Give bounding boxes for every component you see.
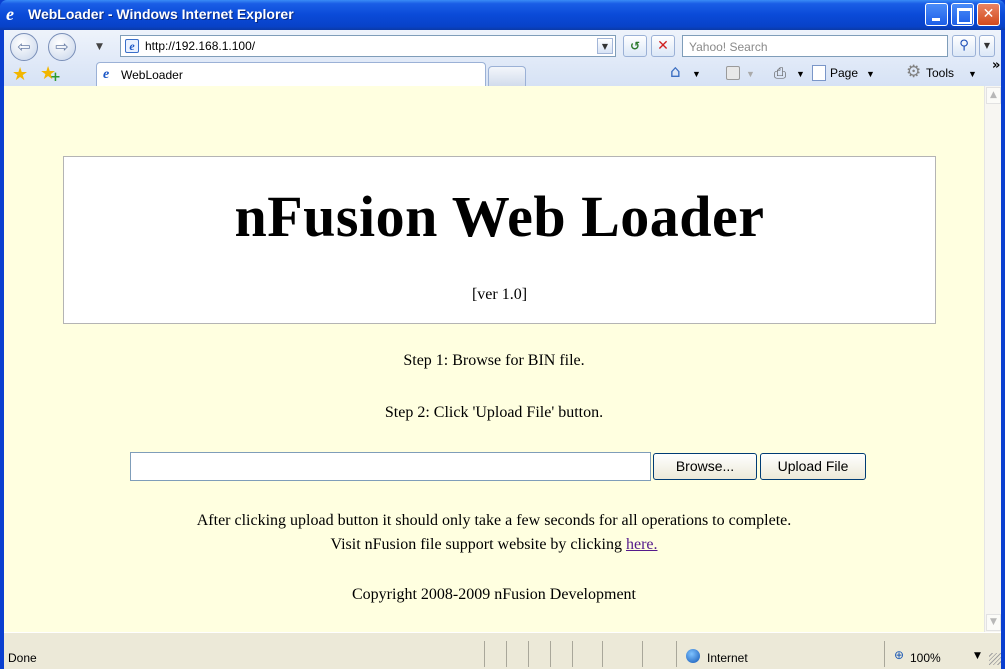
print-icon[interactable]: ⎙ (774, 65, 792, 81)
page-content: nFusion Web Loader [ver 1.0] Step 1: Bro… (4, 86, 984, 632)
header-banner: nFusion Web Loader [ver 1.0] (63, 156, 936, 324)
vertical-scrollbar[interactable]: ▲ ▼ (984, 86, 1001, 632)
support-text-prefix: Visit nFusion file support website by cl… (330, 536, 622, 553)
page-icon: e (125, 39, 139, 53)
home-icon[interactable]: ⌂ (670, 63, 688, 81)
tab-label: WebLoader (121, 68, 183, 82)
back-button[interactable]: ⇦ (10, 33, 38, 61)
window-frame-right (1001, 30, 1005, 669)
search-input[interactable]: Yahoo! Search (682, 35, 948, 57)
tab-webloader[interactable]: e WebLoader (96, 62, 486, 86)
step-2-text: Step 2: Click 'Upload File' button. (384, 404, 604, 421)
address-bar[interactable]: e http://192.168.1.100/ ▼ (120, 35, 616, 57)
tools-dropdown-icon[interactable]: ▼ (968, 69, 977, 79)
globe-icon (686, 649, 700, 663)
status-divider (642, 641, 643, 667)
title-bar: e WebLoader - Windows Internet Explorer … (0, 0, 1005, 30)
page-menu-dropdown-icon[interactable]: ▼ (866, 69, 875, 79)
forward-button[interactable]: ⇨ (48, 33, 76, 61)
status-text: Done (8, 651, 37, 665)
resize-grip-icon[interactable] (989, 653, 1001, 665)
status-divider (506, 641, 507, 667)
favorites-star-icon[interactable]: ★ (12, 66, 28, 84)
status-divider (884, 641, 885, 667)
zoom-dropdown-icon[interactable]: ▼ (974, 651, 981, 661)
minimize-button[interactable] (925, 3, 948, 26)
security-zone[interactable]: Internet (707, 651, 748, 665)
address-text[interactable]: http://192.168.1.100/ (145, 39, 255, 53)
status-divider (484, 641, 485, 667)
address-dropdown-icon[interactable]: ▼ (597, 38, 613, 54)
scroll-up-icon[interactable]: ▲ (986, 87, 1001, 104)
info-text: After clicking upload button it should o… (196, 512, 792, 529)
status-divider (550, 641, 551, 667)
new-tab-button[interactable] (488, 66, 526, 86)
file-path-input[interactable] (130, 452, 651, 481)
zoom-level[interactable]: 100% (910, 651, 941, 665)
page-menu[interactable]: Page (830, 66, 858, 80)
history-dropdown-icon[interactable]: ▼ (96, 42, 103, 52)
search-icon[interactable]: ⚲ (952, 35, 976, 57)
step-1-text: Step 1: Browse for BIN file. (403, 352, 585, 369)
page-menu-icon[interactable] (812, 65, 826, 81)
window-title: WebLoader - Windows Internet Explorer (28, 6, 294, 22)
close-button[interactable]: ✕ (977, 3, 1000, 26)
feeds-icon[interactable] (726, 66, 740, 80)
copyright-text: Copyright 2008-2009 nFusion Development (352, 586, 636, 603)
page-title: nFusion Web Loader (234, 184, 765, 249)
more-commands-icon[interactable]: » (992, 58, 1000, 73)
status-divider (676, 641, 677, 667)
home-dropdown-icon[interactable]: ▼ (692, 69, 701, 79)
search-options-dropdown-icon[interactable]: ▼ (979, 35, 995, 57)
ie-logo-icon: e (6, 4, 14, 24)
status-bar: Done Internet ⊕ 100% ▼ (4, 632, 1001, 669)
status-divider (528, 641, 529, 667)
tools-menu[interactable]: Tools (926, 66, 954, 80)
browse-button[interactable]: Browse... (653, 453, 757, 480)
search-placeholder: Yahoo! Search (689, 40, 768, 54)
refresh-button[interactable]: ↺ (623, 35, 647, 57)
add-favorites-icon[interactable]: ★ (40, 64, 61, 89)
feeds-dropdown-icon: ▼ (746, 69, 755, 79)
status-divider (602, 641, 603, 667)
status-divider (572, 641, 573, 667)
support-text: Visit nFusion file support website by cl… (4, 536, 984, 554)
ie-page-icon: e (103, 67, 110, 82)
navigation-toolbar: ⇦ ⇨ ▼ e http://192.168.1.100/ ▼ ↺ ✕ Yaho… (4, 30, 1001, 89)
gear-icon[interactable]: ⚙ (906, 63, 924, 81)
support-link[interactable]: here. (626, 536, 658, 553)
version-label: [ver 1.0] (471, 286, 528, 303)
stop-button[interactable]: ✕ (651, 35, 675, 57)
maximize-button[interactable] (951, 3, 974, 26)
upload-file-button[interactable]: Upload File (760, 453, 866, 480)
print-dropdown-icon[interactable]: ▼ (796, 69, 805, 79)
zoom-icon[interactable]: ⊕ (894, 648, 904, 662)
scroll-down-icon[interactable]: ▼ (986, 614, 1001, 631)
browser-window: e WebLoader - Windows Internet Explorer … (0, 0, 1005, 669)
